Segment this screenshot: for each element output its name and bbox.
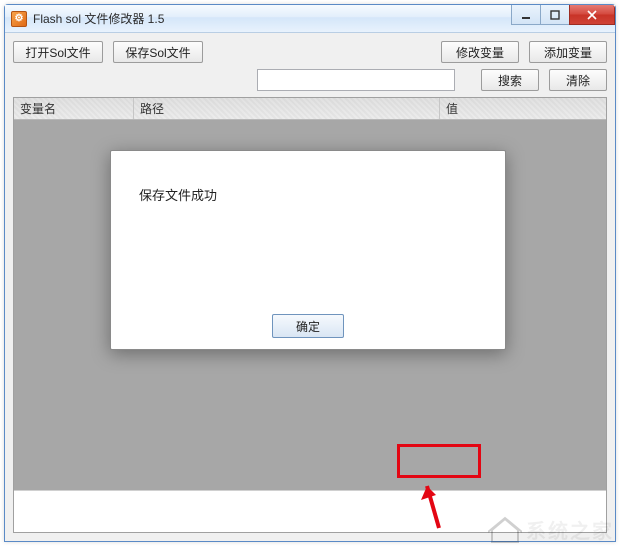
- ok-button[interactable]: 确定: [272, 314, 344, 338]
- modal-layer: 保存文件成功 确定: [0, 0, 620, 546]
- save-success-dialog: 保存文件成功 确定: [110, 150, 506, 350]
- dialog-message: 保存文件成功: [111, 151, 505, 303]
